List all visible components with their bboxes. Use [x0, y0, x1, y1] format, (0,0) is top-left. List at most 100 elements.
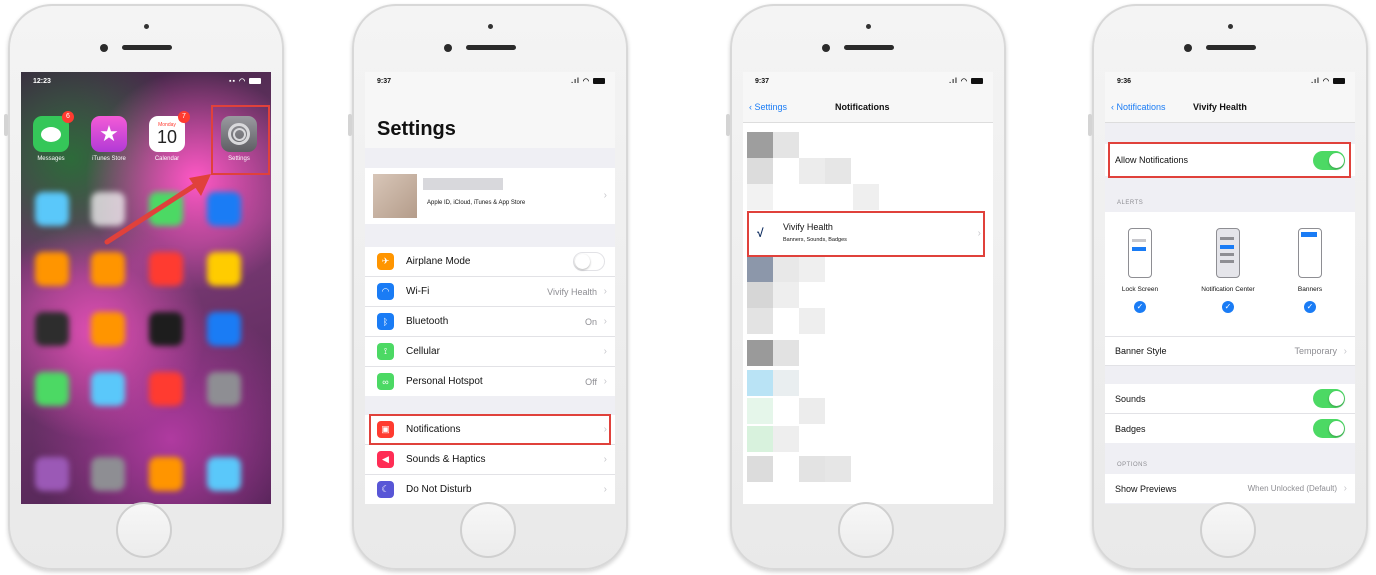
row-label: Sounds & Haptics	[406, 454, 486, 465]
back-button[interactable]: ‹ Notifications	[1111, 102, 1166, 112]
row-badges[interactable]: Badges	[1105, 414, 1355, 443]
pointer-arrow-icon	[104, 174, 211, 245]
account-name-redacted	[423, 178, 503, 190]
status-icons: .ıl ◠	[949, 77, 983, 85]
row-wifi[interactable]: ◠ Wi-Fi Vivify Health ›	[365, 277, 615, 307]
style-notification-center[interactable]: Notification Center ✓	[1193, 228, 1263, 313]
checkmark-icon: ✓	[1304, 301, 1316, 313]
row-label: Badges	[1115, 423, 1146, 434]
row-airplane-mode[interactable]: ✈ Airplane Mode	[365, 247, 615, 277]
row-label: Personal Hotspot	[406, 376, 483, 387]
avatar	[373, 174, 417, 218]
status-time: 12:23	[33, 78, 51, 85]
phone-home-screen: 12:23 ▪▪ ◠ 6 Messages ★ iTunes Store Mon…	[4, 4, 284, 570]
row-label: Do Not Disturb	[406, 484, 472, 495]
home-button[interactable]	[1200, 502, 1256, 558]
phone-app-notification-settings: 9:36 .ıl ◠ ‹ Notifications Vivify Health…	[1088, 4, 1368, 570]
status-icons: .ıl ◠	[571, 77, 605, 85]
chevron-right-icon: ›	[603, 484, 607, 495]
calendar-icon: Monday 10 7	[149, 111, 190, 152]
style-label: Lock Screen	[1121, 286, 1159, 293]
status-time: 9:36	[1117, 78, 1132, 85]
app-calendar[interactable]: Monday 10 7 Calendar	[145, 111, 190, 162]
hotspot-icon: ∞	[377, 373, 394, 390]
row-banner-style[interactable]: Banner Style Temporary ›	[1105, 336, 1355, 366]
banners-preview-icon	[1298, 228, 1322, 278]
row-bluetooth[interactable]: ᛒ Bluetooth On ›	[365, 307, 615, 337]
chevron-right-icon: ›	[603, 316, 607, 327]
back-button[interactable]: ‹ Settings	[749, 102, 787, 112]
badges-toggle[interactable]	[1313, 419, 1345, 438]
account-subtitle: Apple ID, iCloud, iTunes & App Store	[427, 200, 526, 206]
chevron-right-icon: ›	[603, 376, 607, 387]
chevron-right-icon: ›	[1343, 345, 1347, 357]
checkmark-icon: ✓	[1134, 301, 1146, 313]
cellular-icon: ⟟	[377, 343, 394, 360]
settings-highlight-box	[211, 105, 270, 175]
style-label: Banners	[1297, 286, 1323, 293]
status-icons: .ıl ◠	[1311, 77, 1345, 85]
style-label: Notification Center	[1201, 286, 1255, 293]
row-label: Wi-Fi	[406, 286, 430, 297]
nav-bar: ‹ Notifications Vivify Health	[1105, 88, 1355, 123]
row-cellular[interactable]: ⟟ Cellular ›	[365, 337, 615, 367]
phone-notifications-list: 9:37 .ıl ◠ ‹ Settings Notifications √ Vi…	[726, 4, 1006, 570]
notification-center-preview-icon	[1216, 228, 1240, 278]
row-do-not-disturb[interactable]: ☾ Do Not Disturb ›	[365, 475, 615, 504]
connectivity-group: ✈ Airplane Mode ◠ Wi-Fi Vivify Health › …	[365, 247, 615, 396]
airplane-icon: ✈	[377, 253, 394, 270]
app-itunes-store[interactable]: ★ iTunes Store	[87, 116, 131, 162]
row-show-previews[interactable]: Show Previews When Unlocked (Default) ›	[1105, 474, 1355, 503]
front-camera	[100, 44, 108, 52]
chevron-right-icon: ›	[1343, 483, 1347, 494]
row-sounds[interactable]: Sounds	[1105, 384, 1355, 414]
page-title: Settings	[377, 118, 456, 140]
row-value: On	[584, 316, 597, 327]
app-label: Messages	[37, 156, 65, 162]
options-header: OPTIONS	[1117, 462, 1148, 468]
home-button[interactable]	[116, 502, 172, 558]
app-label: iTunes Store	[92, 156, 126, 162]
row-value: When Unlocked (Default)	[1247, 484, 1337, 493]
app-messages[interactable]: 6 Messages	[29, 111, 74, 162]
nav-title: Notifications	[835, 102, 890, 112]
alerts-header: ALERTS	[1117, 200, 1144, 206]
options-group: Show Previews When Unlocked (Default) ›	[1105, 474, 1355, 503]
home-screen: 12:23 ▪▪ ◠ 6 Messages ★ iTunes Store Mon…	[21, 72, 271, 504]
messages-badge: 6	[62, 111, 74, 123]
sounds-toggle[interactable]	[1313, 389, 1345, 408]
nav-bar: ‹ Settings Notifications	[743, 88, 993, 123]
row-sounds-haptics[interactable]: ◀ Sounds & Haptics ›	[365, 445, 615, 475]
row-value: Temporary	[1294, 346, 1337, 356]
row-label: Airplane Mode	[406, 256, 471, 267]
airplane-toggle[interactable]	[573, 252, 605, 271]
banner-style-group: Banner Style Temporary ›	[1105, 336, 1355, 366]
moon-icon: ☾	[377, 481, 394, 498]
bluetooth-icon: ᛒ	[377, 313, 394, 330]
status-time: 9:37	[377, 78, 392, 85]
chevron-right-icon: ›	[603, 190, 607, 201]
row-value: Vivify Health	[547, 286, 597, 297]
row-label: Sounds	[1115, 393, 1146, 404]
nav-title: Vivify Health	[1193, 102, 1247, 112]
sounds-badges-group: Sounds Badges	[1105, 384, 1355, 443]
chevron-right-icon: ›	[603, 454, 607, 465]
status-time: 9:37	[755, 78, 770, 85]
speaker-grille	[122, 45, 172, 50]
home-button[interactable]	[460, 502, 516, 558]
row-personal-hotspot[interactable]: ∞ Personal Hotspot Off ›	[365, 367, 615, 396]
row-label: Cellular	[406, 346, 440, 357]
app-label: Calendar	[154, 156, 180, 162]
style-banners[interactable]: Banners ✓	[1275, 228, 1345, 313]
status-icons: ▪▪ ◠	[229, 77, 261, 85]
wifi-icon: ◠	[377, 283, 394, 300]
apple-id-row[interactable]: Apple ID, iCloud, iTunes & App Store ›	[365, 168, 615, 224]
lock-screen-preview-icon	[1128, 228, 1152, 278]
phone-settings: 9:37 .ıl ◠ Settings Apple ID, iCloud, iT…	[348, 4, 628, 570]
home-button[interactable]	[838, 502, 894, 558]
style-lock-screen[interactable]: Lock Screen ✓	[1105, 228, 1175, 313]
messages-icon: 6	[33, 111, 74, 152]
checkmark-icon: ✓	[1222, 301, 1234, 313]
speaker-icon: ◀	[377, 451, 394, 468]
app-highlight-box	[747, 211, 985, 257]
